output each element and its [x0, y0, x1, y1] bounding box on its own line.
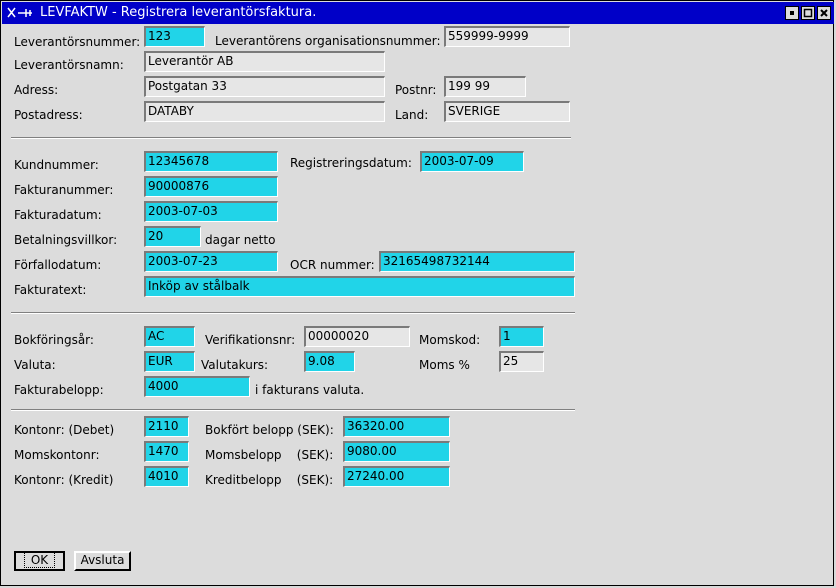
maximize-button[interactable]	[801, 6, 815, 20]
section-divider	[11, 312, 575, 314]
due-date-label: Förfallodatum:	[14, 258, 102, 272]
supplier-address-field[interactable]: Postgatan 33	[144, 76, 385, 97]
invoice-date-label: Fakturadatum:	[14, 208, 102, 222]
payment-terms-field[interactable]: 20	[144, 226, 201, 247]
supplier-country-label: Land:	[395, 108, 429, 122]
due-date-field[interactable]: 2003-07-23	[144, 251, 278, 272]
vat-percent-label: Moms %	[419, 358, 470, 372]
invoice-date-field[interactable]: 2003-07-03	[144, 201, 278, 222]
supplier-country-field[interactable]: SVERIGE	[444, 101, 570, 122]
debit-account-label: Kontonr: (Debet)	[14, 423, 115, 437]
ok-button-label: OK	[23, 552, 56, 568]
credit-amount-field[interactable]: 27240.00	[343, 466, 450, 487]
invoice-number-label: Fakturanummer:	[14, 183, 114, 197]
verification-number-label: Verifikationsnr:	[205, 333, 296, 347]
main-window: LEVFAKTW - Registrera leverantörsfaktura…	[0, 0, 834, 586]
ok-button[interactable]: OK	[14, 551, 65, 571]
verification-number-field[interactable]: 00000020	[304, 326, 410, 347]
ocr-number-field[interactable]: 32165498732144	[379, 251, 575, 272]
minimize-icon	[790, 11, 794, 15]
invoice-amount-field[interactable]: 4000	[144, 376, 250, 397]
payment-terms-label: Betalningsvillkor:	[14, 233, 118, 247]
invoice-text-field[interactable]: Inköp av stålbalk	[144, 276, 575, 297]
ocr-number-label: OCR nummer:	[290, 258, 375, 272]
supplier-postadress-field[interactable]: DATABY	[144, 101, 385, 122]
section-divider	[11, 137, 571, 139]
currency-field[interactable]: EUR	[144, 351, 195, 372]
supplier-number-field[interactable]: 123	[144, 26, 205, 47]
vat-code-label: Momskod:	[419, 333, 481, 347]
supplier-org-label: Leverantörens organisationsnummer:	[215, 34, 441, 48]
supplier-postnr-label: Postnr:	[395, 83, 437, 97]
supplier-org-field[interactable]: 559999-9999	[444, 26, 570, 47]
booked-amount-label: Bokfört belopp (SEK):	[205, 423, 334, 437]
credit-account-field[interactable]: 4010	[144, 466, 189, 487]
supplier-name-field[interactable]: Leverantör AB	[144, 51, 385, 72]
vat-percent-field[interactable]: 25	[499, 351, 544, 372]
booked-amount-field[interactable]: 36320.00	[343, 416, 450, 437]
quit-button-label: Avsluta	[80, 553, 125, 567]
invoice-number-field[interactable]: 90000876	[144, 176, 278, 197]
vat-account-field[interactable]: 1470	[144, 441, 189, 462]
credit-amount-label: Kreditbelopp (SEK):	[205, 473, 334, 487]
customer-number-label: Kundnummer:	[14, 158, 99, 172]
invoice-amount-suffix: i fakturans valuta.	[255, 383, 365, 397]
vat-account-label: Momskontonr:	[14, 448, 100, 462]
vat-amount-field[interactable]: 9080.00	[343, 441, 450, 462]
window-title: LEVFAKTW - Registrera leverantörsfaktura…	[40, 5, 317, 20]
supplier-name-label: Leverantörsnamn:	[14, 58, 124, 72]
supplier-address-label: Adress:	[14, 83, 59, 97]
exchange-rate-label: Valutakurs:	[201, 358, 269, 372]
fiscal-year-label: Bokföringsår:	[14, 333, 94, 347]
supplier-postnr-field[interactable]: 199 99	[444, 76, 526, 97]
vat-code-field[interactable]: 1	[499, 326, 544, 347]
app-icon	[7, 7, 32, 18]
invoice-amount-label: Fakturabelopp:	[14, 383, 104, 397]
debit-account-field[interactable]: 2110	[144, 416, 189, 437]
invoice-text-label: Fakturatext:	[14, 283, 87, 297]
maximize-icon	[803, 8, 813, 18]
supplier-number-label: Leverantörsnummer:	[14, 35, 141, 49]
quit-button[interactable]: Avsluta	[74, 551, 131, 571]
close-button[interactable]	[817, 6, 831, 20]
registration-date-field[interactable]: 2003-07-09	[420, 151, 524, 172]
close-icon	[820, 9, 828, 17]
title-bar[interactable]: LEVFAKTW - Registrera leverantörsfaktura…	[2, 2, 834, 24]
payment-terms-suffix: dagar netto	[205, 233, 276, 247]
credit-account-label: Kontonr: (Kredit)	[14, 473, 114, 487]
exchange-rate-field[interactable]: 9.08	[304, 351, 355, 372]
registration-date-label: Registreringsdatum:	[290, 156, 412, 170]
section-divider	[11, 409, 575, 411]
minimize-button[interactable]	[785, 6, 799, 20]
currency-label: Valuta:	[14, 358, 56, 372]
supplier-postadress-label: Postadress:	[14, 108, 83, 122]
vat-amount-label: Momsbelopp (SEK):	[205, 448, 334, 462]
customer-number-field[interactable]: 12345678	[144, 151, 278, 172]
fiscal-year-field[interactable]: AC	[144, 326, 195, 347]
